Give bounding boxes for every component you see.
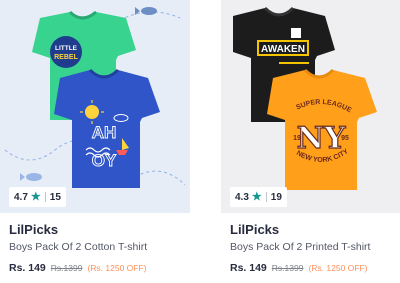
tshirt-pack-illustration: AWAKEN SUPER LEAGUE NY 19 95 NEW YORK CI… (233, 6, 377, 190)
product-image-2[interactable]: AWAKEN SUPER LEAGUE NY 19 95 NEW YORK CI… (221, 0, 400, 213)
star-icon: ★ (251, 190, 262, 203)
star-icon: ★ (30, 190, 41, 203)
price-row: Rs. 149 Rs.1399 (Rs. 1250 OFF) (9, 262, 147, 274)
price: Rs. 149 (9, 262, 46, 274)
print-text-front-left: 19 (293, 135, 301, 142)
product-brand[interactable]: LilPicks (230, 222, 279, 237)
rating-badge-1: 4.7 ★ 15 (9, 187, 66, 207)
product-image-1[interactable]: LITTLE REBEL AH OY (0, 0, 190, 213)
product-title[interactable]: Boys Pack Of 2 Printed T-shirt (230, 241, 370, 253)
price-row: Rs. 149 Rs.1399 (Rs. 1250 OFF) (230, 262, 368, 274)
rating-count: 19 (270, 191, 282, 203)
product-card-1[interactable]: LITTLE REBEL AH OY 4.7 ★ 15 LilPicks Boy… (0, 0, 190, 283)
discount: (Rs. 1250 OFF) (87, 263, 147, 273)
product-title[interactable]: Boys Pack Of 2 Cotton T-shirt (9, 241, 147, 253)
price: Rs. 149 (230, 262, 267, 274)
rating-count: 15 (49, 191, 61, 203)
discount: (Rs. 1250 OFF) (308, 263, 368, 273)
print-text-front-right: 95 (341, 135, 349, 142)
tshirt-pack-illustration: LITTLE REBEL AH OY (4, 7, 186, 188)
print-text-back-2: AWAKEN (261, 44, 305, 55)
print-text-front-1: AH (92, 123, 117, 142)
rating-badge-2: 4.3 ★ 19 (230, 187, 287, 207)
product-card-2[interactable]: AWAKEN SUPER LEAGUE NY 19 95 NEW YORK CI… (221, 0, 400, 283)
mrp: Rs.1399 (50, 263, 83, 273)
divider (265, 192, 267, 202)
print-text-back-1: LITTLE (55, 45, 78, 52)
product-brand[interactable]: LilPicks (9, 222, 58, 237)
rating-value: 4.3 (235, 191, 249, 203)
mrp: Rs.1399 (271, 263, 304, 273)
print-text-front-2: NY (297, 121, 346, 156)
rating-value: 4.7 (14, 191, 28, 203)
divider (44, 192, 46, 202)
svg-text:REBEL: REBEL (54, 54, 78, 61)
